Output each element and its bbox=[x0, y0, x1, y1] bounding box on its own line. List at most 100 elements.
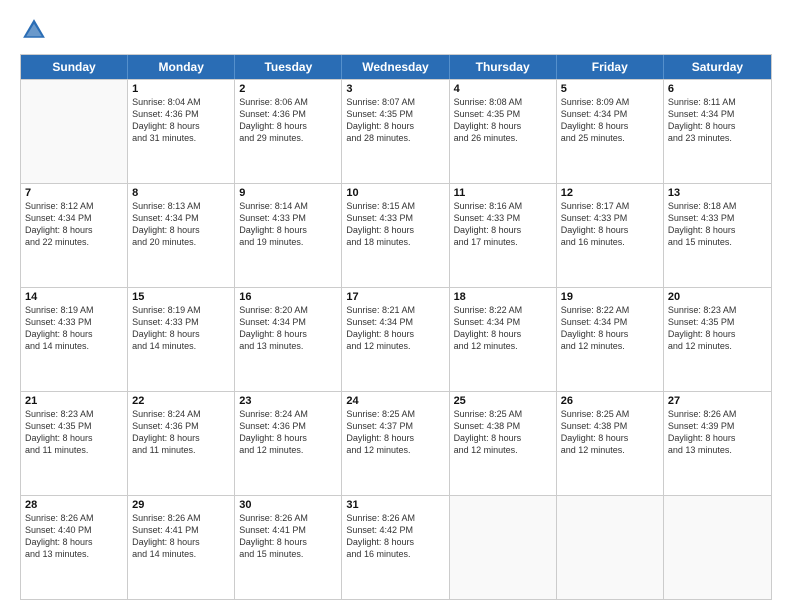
calendar-body: 1Sunrise: 8:04 AM Sunset: 4:36 PM Daylig… bbox=[21, 79, 771, 599]
day-info: Sunrise: 8:23 AM Sunset: 4:35 PM Dayligh… bbox=[25, 408, 123, 457]
day-number: 1 bbox=[132, 83, 230, 95]
calendar-row: 14Sunrise: 8:19 AM Sunset: 4:33 PM Dayli… bbox=[21, 287, 771, 391]
calendar-cell: 30Sunrise: 8:26 AM Sunset: 4:41 PM Dayli… bbox=[235, 496, 342, 599]
calendar-cell bbox=[21, 80, 128, 183]
calendar-cell: 24Sunrise: 8:25 AM Sunset: 4:37 PM Dayli… bbox=[342, 392, 449, 495]
calendar-cell: 6Sunrise: 8:11 AM Sunset: 4:34 PM Daylig… bbox=[664, 80, 771, 183]
day-info: Sunrise: 8:17 AM Sunset: 4:33 PM Dayligh… bbox=[561, 200, 659, 249]
calendar: SundayMondayTuesdayWednesdayThursdayFrid… bbox=[20, 54, 772, 600]
calendar-cell: 22Sunrise: 8:24 AM Sunset: 4:36 PM Dayli… bbox=[128, 392, 235, 495]
logo-icon bbox=[20, 16, 48, 44]
weekday-header: Thursday bbox=[450, 55, 557, 79]
day-info: Sunrise: 8:07 AM Sunset: 4:35 PM Dayligh… bbox=[346, 96, 444, 145]
day-info: Sunrise: 8:06 AM Sunset: 4:36 PM Dayligh… bbox=[239, 96, 337, 145]
day-info: Sunrise: 8:08 AM Sunset: 4:35 PM Dayligh… bbox=[454, 96, 552, 145]
day-info: Sunrise: 8:15 AM Sunset: 4:33 PM Dayligh… bbox=[346, 200, 444, 249]
day-info: Sunrise: 8:25 AM Sunset: 4:37 PM Dayligh… bbox=[346, 408, 444, 457]
day-number: 20 bbox=[668, 291, 767, 303]
header bbox=[20, 16, 772, 44]
day-number: 25 bbox=[454, 395, 552, 407]
day-number: 5 bbox=[561, 83, 659, 95]
weekday-header: Monday bbox=[128, 55, 235, 79]
day-info: Sunrise: 8:26 AM Sunset: 4:40 PM Dayligh… bbox=[25, 512, 123, 561]
day-number: 7 bbox=[25, 187, 123, 199]
calendar-page: SundayMondayTuesdayWednesdayThursdayFrid… bbox=[0, 0, 792, 612]
calendar-cell: 31Sunrise: 8:26 AM Sunset: 4:42 PM Dayli… bbox=[342, 496, 449, 599]
calendar-cell: 29Sunrise: 8:26 AM Sunset: 4:41 PM Dayli… bbox=[128, 496, 235, 599]
calendar-cell bbox=[664, 496, 771, 599]
calendar-cell: 23Sunrise: 8:24 AM Sunset: 4:36 PM Dayli… bbox=[235, 392, 342, 495]
weekday-header: Sunday bbox=[21, 55, 128, 79]
day-info: Sunrise: 8:21 AM Sunset: 4:34 PM Dayligh… bbox=[346, 304, 444, 353]
day-number: 26 bbox=[561, 395, 659, 407]
calendar-cell: 17Sunrise: 8:21 AM Sunset: 4:34 PM Dayli… bbox=[342, 288, 449, 391]
day-number: 3 bbox=[346, 83, 444, 95]
day-number: 2 bbox=[239, 83, 337, 95]
calendar-cell: 28Sunrise: 8:26 AM Sunset: 4:40 PM Dayli… bbox=[21, 496, 128, 599]
calendar-cell bbox=[450, 496, 557, 599]
day-number: 8 bbox=[132, 187, 230, 199]
day-number: 22 bbox=[132, 395, 230, 407]
calendar-row: 21Sunrise: 8:23 AM Sunset: 4:35 PM Dayli… bbox=[21, 391, 771, 495]
calendar-cell: 27Sunrise: 8:26 AM Sunset: 4:39 PM Dayli… bbox=[664, 392, 771, 495]
calendar-row: 28Sunrise: 8:26 AM Sunset: 4:40 PM Dayli… bbox=[21, 495, 771, 599]
calendar-row: 1Sunrise: 8:04 AM Sunset: 4:36 PM Daylig… bbox=[21, 79, 771, 183]
day-number: 12 bbox=[561, 187, 659, 199]
day-info: Sunrise: 8:14 AM Sunset: 4:33 PM Dayligh… bbox=[239, 200, 337, 249]
day-number: 28 bbox=[25, 499, 123, 511]
day-info: Sunrise: 8:18 AM Sunset: 4:33 PM Dayligh… bbox=[668, 200, 767, 249]
day-number: 27 bbox=[668, 395, 767, 407]
calendar-cell: 12Sunrise: 8:17 AM Sunset: 4:33 PM Dayli… bbox=[557, 184, 664, 287]
calendar-cell: 20Sunrise: 8:23 AM Sunset: 4:35 PM Dayli… bbox=[664, 288, 771, 391]
logo-area bbox=[20, 16, 50, 44]
calendar-cell: 1Sunrise: 8:04 AM Sunset: 4:36 PM Daylig… bbox=[128, 80, 235, 183]
day-info: Sunrise: 8:26 AM Sunset: 4:39 PM Dayligh… bbox=[668, 408, 767, 457]
day-number: 19 bbox=[561, 291, 659, 303]
day-number: 18 bbox=[454, 291, 552, 303]
calendar-cell: 21Sunrise: 8:23 AM Sunset: 4:35 PM Dayli… bbox=[21, 392, 128, 495]
day-info: Sunrise: 8:22 AM Sunset: 4:34 PM Dayligh… bbox=[561, 304, 659, 353]
day-info: Sunrise: 8:26 AM Sunset: 4:42 PM Dayligh… bbox=[346, 512, 444, 561]
day-number: 9 bbox=[239, 187, 337, 199]
calendar-cell: 11Sunrise: 8:16 AM Sunset: 4:33 PM Dayli… bbox=[450, 184, 557, 287]
day-number: 10 bbox=[346, 187, 444, 199]
day-info: Sunrise: 8:23 AM Sunset: 4:35 PM Dayligh… bbox=[668, 304, 767, 353]
calendar-cell: 25Sunrise: 8:25 AM Sunset: 4:38 PM Dayli… bbox=[450, 392, 557, 495]
calendar-cell: 15Sunrise: 8:19 AM Sunset: 4:33 PM Dayli… bbox=[128, 288, 235, 391]
day-info: Sunrise: 8:24 AM Sunset: 4:36 PM Dayligh… bbox=[239, 408, 337, 457]
weekday-header: Friday bbox=[557, 55, 664, 79]
day-number: 6 bbox=[668, 83, 767, 95]
calendar-row: 7Sunrise: 8:12 AM Sunset: 4:34 PM Daylig… bbox=[21, 183, 771, 287]
day-info: Sunrise: 8:25 AM Sunset: 4:38 PM Dayligh… bbox=[454, 408, 552, 457]
day-info: Sunrise: 8:20 AM Sunset: 4:34 PM Dayligh… bbox=[239, 304, 337, 353]
day-number: 13 bbox=[668, 187, 767, 199]
day-number: 21 bbox=[25, 395, 123, 407]
day-number: 15 bbox=[132, 291, 230, 303]
day-info: Sunrise: 8:13 AM Sunset: 4:34 PM Dayligh… bbox=[132, 200, 230, 249]
day-number: 29 bbox=[132, 499, 230, 511]
weekday-header: Tuesday bbox=[235, 55, 342, 79]
calendar-cell: 3Sunrise: 8:07 AM Sunset: 4:35 PM Daylig… bbox=[342, 80, 449, 183]
day-number: 31 bbox=[346, 499, 444, 511]
day-info: Sunrise: 8:11 AM Sunset: 4:34 PM Dayligh… bbox=[668, 96, 767, 145]
day-number: 17 bbox=[346, 291, 444, 303]
day-number: 24 bbox=[346, 395, 444, 407]
calendar-cell: 2Sunrise: 8:06 AM Sunset: 4:36 PM Daylig… bbox=[235, 80, 342, 183]
calendar-cell: 5Sunrise: 8:09 AM Sunset: 4:34 PM Daylig… bbox=[557, 80, 664, 183]
calendar-cell: 9Sunrise: 8:14 AM Sunset: 4:33 PM Daylig… bbox=[235, 184, 342, 287]
day-number: 11 bbox=[454, 187, 552, 199]
day-info: Sunrise: 8:04 AM Sunset: 4:36 PM Dayligh… bbox=[132, 96, 230, 145]
calendar-cell: 13Sunrise: 8:18 AM Sunset: 4:33 PM Dayli… bbox=[664, 184, 771, 287]
day-number: 4 bbox=[454, 83, 552, 95]
calendar-cell: 14Sunrise: 8:19 AM Sunset: 4:33 PM Dayli… bbox=[21, 288, 128, 391]
calendar-cell: 7Sunrise: 8:12 AM Sunset: 4:34 PM Daylig… bbox=[21, 184, 128, 287]
day-info: Sunrise: 8:22 AM Sunset: 4:34 PM Dayligh… bbox=[454, 304, 552, 353]
day-info: Sunrise: 8:16 AM Sunset: 4:33 PM Dayligh… bbox=[454, 200, 552, 249]
calendar-cell: 18Sunrise: 8:22 AM Sunset: 4:34 PM Dayli… bbox=[450, 288, 557, 391]
day-info: Sunrise: 8:19 AM Sunset: 4:33 PM Dayligh… bbox=[132, 304, 230, 353]
calendar-cell: 4Sunrise: 8:08 AM Sunset: 4:35 PM Daylig… bbox=[450, 80, 557, 183]
weekday-header: Saturday bbox=[664, 55, 771, 79]
calendar-cell: 10Sunrise: 8:15 AM Sunset: 4:33 PM Dayli… bbox=[342, 184, 449, 287]
day-number: 16 bbox=[239, 291, 337, 303]
calendar-cell: 16Sunrise: 8:20 AM Sunset: 4:34 PM Dayli… bbox=[235, 288, 342, 391]
